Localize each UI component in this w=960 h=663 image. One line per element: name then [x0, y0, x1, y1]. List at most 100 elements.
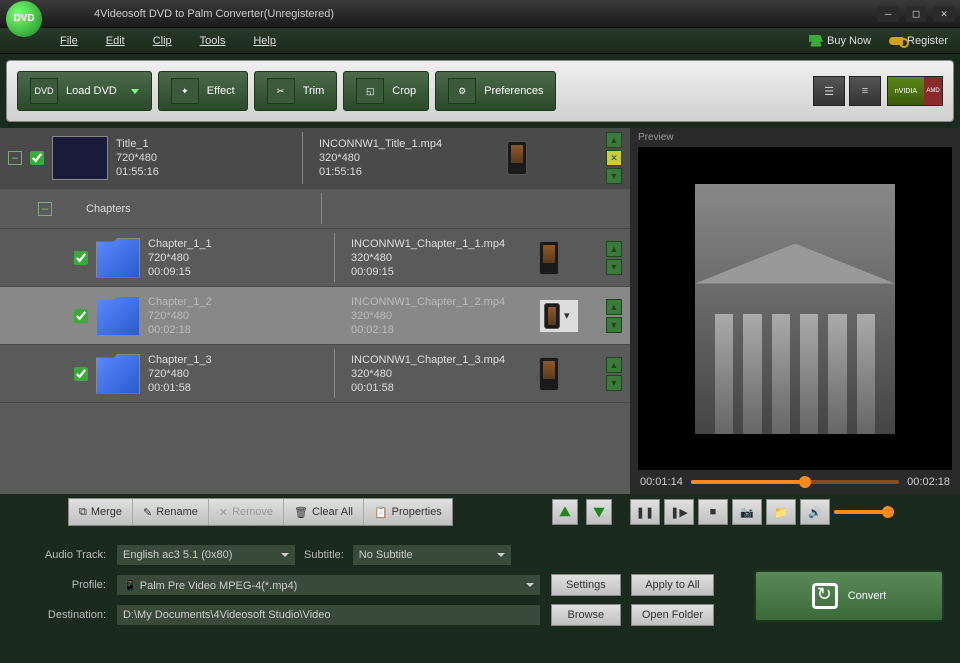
step-button[interactable]: ❚▶: [664, 499, 694, 525]
preview-panel: Preview 00:01:14 00:02:18: [630, 128, 960, 494]
subtitle-label: Subtitle:: [304, 549, 344, 561]
trim-button[interactable]: ✂ Trim: [254, 71, 338, 111]
register-link[interactable]: Register: [889, 35, 948, 47]
convert-button[interactable]: Convert: [754, 570, 944, 622]
apply-to-all-button[interactable]: Apply to All: [631, 574, 714, 596]
minimize-button[interactable]: —: [878, 6, 898, 22]
chapter-name: Chapter_1_3: [148, 354, 318, 366]
folder-icon: [96, 296, 140, 336]
merge-button[interactable]: ⧉Merge: [69, 499, 133, 525]
menu-help[interactable]: Help: [253, 35, 276, 47]
chapter-out-name: INCONNW1_Chapter_1_1.mp4: [351, 238, 531, 250]
chapter-down-button[interactable]: ▼: [606, 375, 622, 391]
subtitle-combo[interactable]: No Subtitle: [352, 544, 512, 566]
rename-button[interactable]: ✎Rename: [133, 499, 209, 525]
stop-button[interactable]: ■: [698, 499, 728, 525]
chapter-row[interactable]: Chapter_1_3 720*480 00:01:58 INCONNW1_Ch…: [0, 345, 630, 403]
chapter-src-res: 720*480: [148, 252, 318, 264]
title-remove-button[interactable]: ✕: [606, 150, 622, 166]
pause-button[interactable]: ❚❚: [630, 499, 660, 525]
title-src-res: 720*480: [116, 152, 286, 164]
chapter-row[interactable]: Chapter_1_1 720*480 00:09:15 INCONNW1_Ch…: [0, 229, 630, 287]
menu-file[interactable]: File: [60, 35, 78, 47]
chapter-row[interactable]: Chapter_1_2 720*480 00:02:18 INCONNW1_Ch…: [0, 287, 630, 345]
load-dvd-button[interactable]: DVD Load DVD: [17, 71, 152, 111]
title-out-name: INCONNW1_Title_1.mp4: [319, 138, 499, 150]
move-up-button[interactable]: [552, 499, 578, 525]
profile-combo[interactable]: 📱 Palm Pre Video MPEG-4(*.mp4): [116, 574, 541, 596]
title-down-button[interactable]: ▼: [606, 168, 622, 184]
chapter-up-button[interactable]: ▲: [606, 357, 622, 373]
mute-button[interactable]: 🔊: [800, 499, 830, 525]
chapter-out-name: INCONNW1_Chapter_1_3.mp4: [351, 354, 531, 366]
seek-slider[interactable]: [691, 480, 899, 484]
chapter-checkbox[interactable]: [74, 251, 88, 265]
properties-button[interactable]: 📋Properties: [364, 499, 452, 525]
buy-now-link[interactable]: Buy Now: [809, 35, 871, 47]
buy-now-label: Buy Now: [827, 35, 871, 47]
device-profile-selector[interactable]: ▾: [539, 299, 579, 333]
move-down-button[interactable]: [586, 499, 612, 525]
chapter-down-button[interactable]: ▼: [606, 259, 622, 275]
remove-button[interactable]: ✕Remove: [209, 499, 284, 525]
destination-field[interactable]: D:\My Documents\4Videosoft Studio\Video: [116, 604, 541, 626]
title-out-duration: 01:55:16: [319, 166, 499, 178]
chapter-down-button[interactable]: ▼: [606, 317, 622, 333]
preview-label: Preview: [630, 128, 960, 147]
properties-icon: 📋: [374, 506, 388, 519]
snapshot-button[interactable]: 📷: [732, 499, 762, 525]
audio-track-label: Audio Track:: [16, 549, 106, 561]
register-label: Register: [907, 35, 948, 47]
settings-button[interactable]: Settings: [551, 574, 621, 596]
crop-button[interactable]: ◱ Crop: [343, 71, 429, 111]
title-up-button[interactable]: ▲: [606, 132, 622, 148]
remove-icon: ✕: [219, 506, 228, 519]
total-time: 00:02:18: [907, 476, 950, 488]
chapter-up-button[interactable]: ▲: [606, 241, 622, 257]
clear-all-button[interactable]: 🗑Clear All: [284, 499, 364, 525]
chapters-header[interactable]: − Chapters: [0, 189, 630, 229]
open-snapshot-folder-button[interactable]: 📁: [766, 499, 796, 525]
volume-slider[interactable]: [834, 510, 894, 514]
preferences-label: Preferences: [484, 85, 543, 97]
effect-icon: ✦: [171, 78, 199, 104]
view-detail-button[interactable]: ≡: [849, 76, 881, 106]
device-icon: [539, 357, 559, 391]
audio-track-combo[interactable]: English ac3 5.1 (0x80): [116, 544, 296, 566]
title-name: Title_1: [116, 138, 286, 150]
cart-icon: [809, 35, 823, 47]
title-checkbox[interactable]: [30, 151, 44, 165]
collapse-button[interactable]: −: [8, 151, 22, 165]
amd-badge: AMD: [924, 77, 942, 105]
chapter-out-res: 320*480: [351, 368, 531, 380]
scissors-icon: ✂: [267, 78, 295, 104]
pencil-icon: ✎: [143, 506, 152, 519]
close-button[interactable]: ✕: [934, 6, 954, 22]
effect-button[interactable]: ✦ Effect: [158, 71, 248, 111]
menu-clip[interactable]: Clip: [153, 35, 172, 47]
convert-icon: [812, 583, 838, 609]
maximize-button[interactable]: □: [906, 6, 926, 22]
chapter-out-duration: 00:01:58: [351, 382, 531, 394]
current-time: 00:01:14: [640, 476, 683, 488]
preferences-button[interactable]: ⚙ Preferences: [435, 71, 556, 111]
window-title: 4Videosoft DVD to Palm Converter(Unregis…: [54, 8, 878, 20]
title-out-res: 320*480: [319, 152, 499, 164]
preview-video[interactable]: [638, 147, 952, 470]
menu-tools[interactable]: Tools: [200, 35, 226, 47]
chapter-checkbox[interactable]: [74, 367, 88, 381]
chapter-duration: 00:09:15: [148, 266, 318, 278]
profile-label: Profile:: [16, 579, 106, 591]
menu-edit[interactable]: Edit: [106, 35, 125, 47]
open-folder-button[interactable]: Open Folder: [631, 604, 714, 626]
chapters-collapse-button[interactable]: −: [38, 202, 52, 216]
chapter-out-duration: 00:02:18: [351, 324, 531, 336]
chapter-checkbox[interactable]: [74, 309, 88, 323]
crop-icon: ◱: [356, 78, 384, 104]
title-row[interactable]: − Title_1 720*480 01:55:16 INCONNW1_Titl…: [0, 128, 630, 189]
chapter-out-res: 320*480: [351, 252, 531, 264]
chapter-up-button[interactable]: ▲: [606, 299, 622, 315]
view-list-button[interactable]: ☰: [813, 76, 845, 106]
browse-button[interactable]: Browse: [551, 604, 621, 626]
dvd-icon: DVD: [30, 78, 58, 104]
